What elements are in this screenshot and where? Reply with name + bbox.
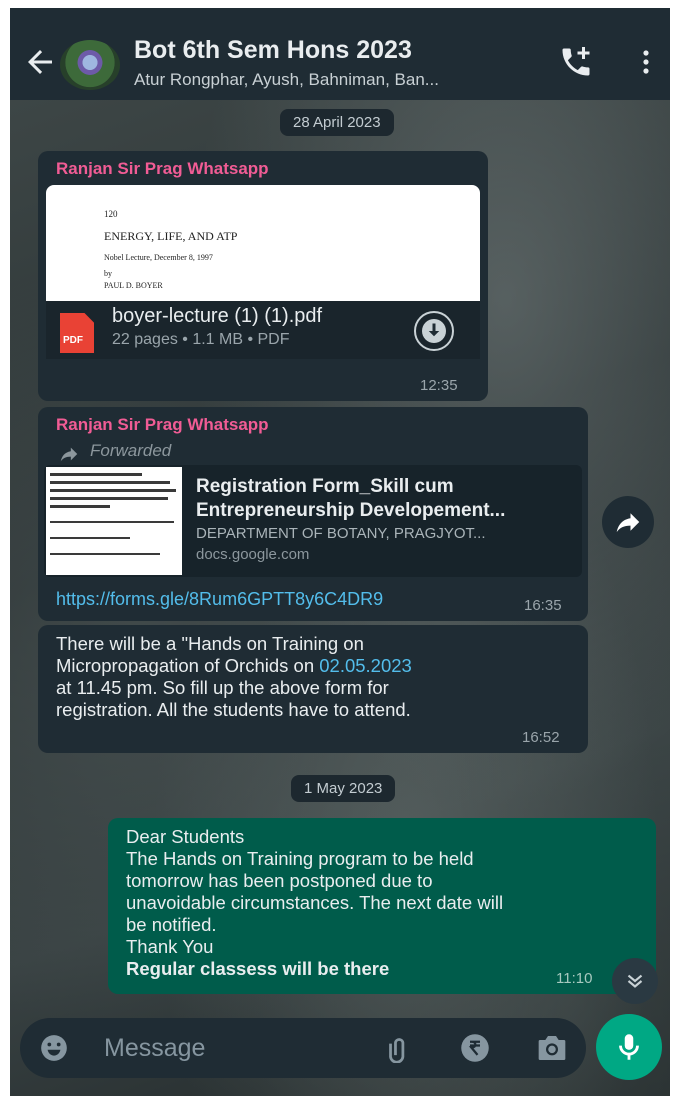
message-text: There will be a "Hands on Training on [56,633,364,654]
message-text: be notified. [126,914,217,935]
pdf-attachment[interactable]: PDF boyer-lecture (1) (1).pdf 22 pages •… [46,301,480,359]
form-link[interactable]: https://forms.gle/8Rum6GPTT8y6C4DR9 [56,589,383,610]
pdf-file-icon: PDF [60,313,94,353]
share-arrow-icon [616,513,640,532]
sender-name[interactable]: Ranjan Sir Prag Whatsapp [56,415,269,435]
message-forwarded-link[interactable]: Ranjan Sir Prag Whatsapp Forwarded Regis… [38,407,588,621]
emoji-icon[interactable] [40,1034,68,1062]
whatsapp-screen: Bot 6th Sem Hons 2023 Atur Rongphar, Ayu… [10,8,670,1096]
message-text: The Hands on Training program to be held [126,848,474,869]
message-bold-text: Regular classess will be there [126,958,390,979]
group-avatar[interactable] [60,40,120,90]
date-link[interactable]: 02.05.2023 [319,655,412,676]
date-separator: 28 April 2023 [280,109,394,136]
date-separator: 1 May 2023 [291,775,396,802]
pdf-preview[interactable]: 120 ENERGY, LIFE, AND ATP Nobel Lecture,… [46,185,480,301]
file-meta: 22 pages • 1.1 MB • PDF [112,331,290,348]
forward-arrow-icon [60,447,78,462]
link-domain: docs.google.com [196,546,310,563]
more-options-icon[interactable] [634,46,658,78]
link-title: Registration Form_Skill cum Entrepreneurs… [196,476,506,521]
add-call-icon[interactable] [558,44,594,80]
message-text: Dear Students [126,826,245,847]
status-bar [10,8,670,22]
sender-name[interactable]: Ranjan Sir Prag Whatsapp [56,159,269,179]
message-text: Micropropagation of Orchids on 02.05.202… [56,655,412,676]
link-thumbnail [46,467,182,575]
rupee-payment-icon[interactable] [460,1033,490,1063]
message-time: 16:35 [524,597,562,614]
message-time: 11:10 [556,970,593,987]
message-training-notice[interactable]: There will be a "Hands on Training on Mi… [38,625,588,753]
double-chevron-down-icon [627,974,643,988]
message-input[interactable]: Message [104,1034,205,1063]
message-time: 12:35 [420,377,458,394]
message-outgoing[interactable]: Dear Students The Hands on Training prog… [108,818,656,994]
download-icon [422,319,446,343]
link-preview-card[interactable]: Registration Form_Skill cum Entrepreneurs… [44,465,582,577]
microphone-icon [619,1034,639,1060]
back-arrow-icon[interactable] [22,44,58,80]
message-text: at 11.45 pm. So fill up the above form f… [56,677,389,698]
forward-share-button[interactable] [602,496,654,548]
message-text: registration. All the students have to a… [56,699,411,720]
message-text: Thank You [126,936,214,957]
chat-participants[interactable]: Atur Rongphar, Ayush, Bahniman, Ban... [134,70,439,90]
chat-header[interactable]: Bot 6th Sem Hons 2023 Atur Rongphar, Ayu… [10,22,670,100]
message-pdf[interactable]: Ranjan Sir Prag Whatsapp 120 ENERGY, LIF… [38,151,488,401]
camera-icon[interactable] [536,1033,568,1063]
message-time: 16:52 [522,729,560,746]
file-name: boyer-lecture (1) (1).pdf [112,305,323,327]
message-input-bar[interactable]: Message [20,1018,586,1078]
chat-title[interactable]: Bot 6th Sem Hons 2023 [134,36,412,65]
download-button[interactable] [414,311,454,351]
message-text: unavoidable circumstances. The next date… [126,892,504,913]
scroll-to-bottom-button[interactable] [612,958,658,1004]
link-description: DEPARTMENT OF BOTANY, PRAGJYOT... [196,525,486,542]
forwarded-label: Forwarded [90,441,172,460]
attach-paperclip-icon[interactable] [384,1033,414,1063]
message-text: tomorrow has been postponed due to [126,870,433,891]
voice-message-button[interactable] [596,1014,662,1080]
